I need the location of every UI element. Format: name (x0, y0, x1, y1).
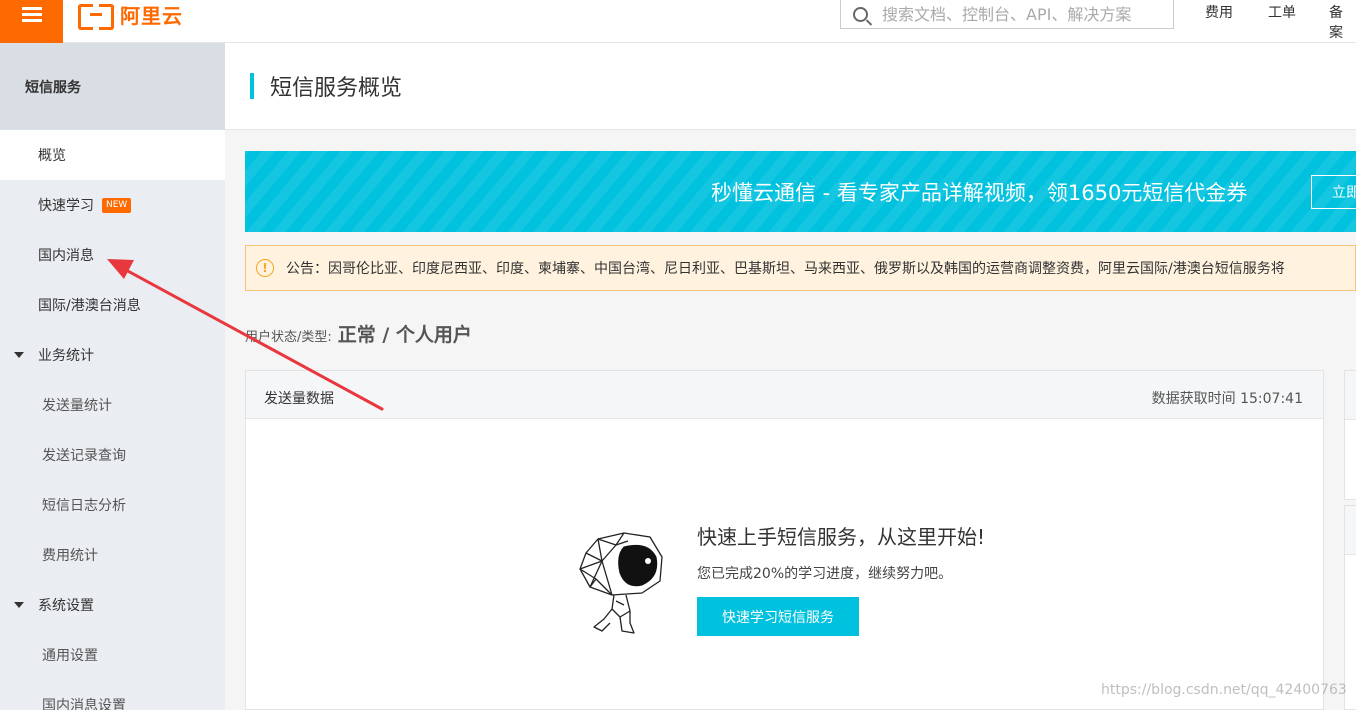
top-link-ticket[interactable]: 工单 (1268, 2, 1296, 22)
sidebar-item-send-volume-stats[interactable]: 发送量统计 (0, 380, 225, 430)
sidebar-group-business-stats[interactable]: 业务统计 (0, 330, 225, 380)
sidebar-item-sms-log-analysis[interactable]: 短信日志分析 (0, 480, 225, 530)
sidebar-item-domestic-messages[interactable]: 国内消息 (0, 230, 225, 280)
promo-banner[interactable]: 秒懂云通信 - 看专家产品详解视频，领1650元短信代金券 立即 (245, 151, 1356, 232)
quick-learn-sms-button[interactable]: 快速学习短信服务 (697, 597, 859, 636)
aliyun-logo-icon (78, 4, 114, 30)
caret-down-icon (14, 602, 24, 608)
sidebar-item-general-settings[interactable]: 通用设置 (0, 630, 225, 680)
card-header: 发送量数据 数据获取时间 15:07:41 (246, 371, 1323, 419)
right-card-partial (1344, 370, 1356, 500)
sidebar-item-send-records[interactable]: 发送记录查询 (0, 430, 225, 480)
warning-icon: ! (256, 259, 274, 277)
caret-down-icon (14, 352, 24, 358)
sidebar-item-label: 短信日志分析 (42, 498, 126, 514)
quickstart-title: 快速上手短信服务，从这里开始! (697, 525, 986, 549)
robot-mascot-icon (579, 532, 663, 634)
banner-text: 秒懂云通信 - 看专家产品详解视频，领1650元短信代金券 (711, 181, 1248, 205)
banner-action-button[interactable]: 立即 (1311, 175, 1356, 209)
sidebar-item-label: 系统设置 (38, 598, 94, 614)
title-accent-bar (250, 73, 254, 99)
aliyun-logo[interactable]: 阿里云 (78, 0, 183, 30)
sidebar-item-label: 国际/港澳台消息 (38, 298, 141, 314)
user-status-value: 正常 / 个人用户 (337, 324, 472, 346)
new-badge: NEW (102, 197, 132, 213)
sidebar-item-label: 费用统计 (42, 548, 98, 564)
sidebar-item-label: 快速学习 (38, 198, 94, 214)
right-card-partial (1344, 505, 1356, 710)
sidebar: 短信服务 概览 快速学习 NEW 国内消息 国际/港澳台消息 业务统计 发送量统… (0, 43, 225, 710)
sidebar-item-label: 发送量统计 (42, 398, 112, 414)
page-title: 短信服务概览 (270, 76, 403, 101)
page-header: 短信服务概览 (225, 43, 1356, 130)
sidebar-item-label: 国内消息 (38, 248, 94, 264)
top-link-filing[interactable]: 备案 (1329, 2, 1356, 42)
user-status-label: 用户状态/类型: (245, 330, 332, 345)
send-volume-card: 发送量数据 数据获取时间 15:07:41 快速上手短信服务，从这里开始! 您已… (245, 370, 1324, 710)
sidebar-item-label: 业务统计 (38, 348, 94, 364)
sidebar-group-system-settings[interactable]: 系统设置 (0, 580, 225, 630)
sidebar-item-cost-stats[interactable]: 费用统计 (0, 530, 225, 580)
menu-icon-line (22, 7, 42, 10)
search-icon (853, 6, 868, 22)
sidebar-item-international-messages[interactable]: 国际/港澳台消息 (0, 280, 225, 330)
logo-text: 阿里云 (120, 3, 183, 28)
sidebar-item-label: 概览 (38, 148, 66, 164)
top-navbar: 阿里云 费用 工单 备案 (0, 0, 1356, 43)
hamburger-menu-button[interactable] (0, 0, 63, 43)
menu-icon-line (22, 13, 42, 16)
sidebar-item-label: 发送记录查询 (42, 448, 126, 464)
search-input[interactable] (882, 4, 1172, 24)
global-search[interactable] (840, 0, 1174, 29)
sidebar-item-overview[interactable]: 概览 (0, 130, 225, 180)
card-title: 发送量数据 (264, 391, 334, 407)
csdn-watermark: https://blog.csdn.net/qq_42400763 (1101, 682, 1347, 698)
sidebar-item-label: 通用设置 (42, 648, 98, 664)
learning-progress-text: 您已完成20%的学习进度，继续努力吧。 (697, 566, 953, 582)
data-fetch-time: 数据获取时间 15:07:41 (1151, 391, 1303, 407)
sidebar-item-domestic-message-settings[interactable]: 国内消息设置 (0, 680, 225, 710)
sidebar-title: 短信服务 (0, 43, 225, 130)
menu-icon-line (22, 19, 42, 22)
announcement-notice: ! 公告：因哥伦比亚、印度尼西亚、印度、柬埔寨、中国台湾、尼日利亚、巴基斯坦、马… (245, 245, 1356, 291)
sidebar-item-label: 国内消息设置 (42, 698, 126, 710)
notice-text: 公告：因哥伦比亚、印度尼西亚、印度、柬埔寨、中国台湾、尼日利亚、巴基斯坦、马来西… (286, 261, 1285, 277)
sidebar-item-quick-learn[interactable]: 快速学习 NEW (0, 180, 225, 230)
top-link-billing[interactable]: 费用 (1205, 2, 1233, 22)
user-status: 用户状态/类型: 正常 / 个人用户 (245, 320, 472, 347)
